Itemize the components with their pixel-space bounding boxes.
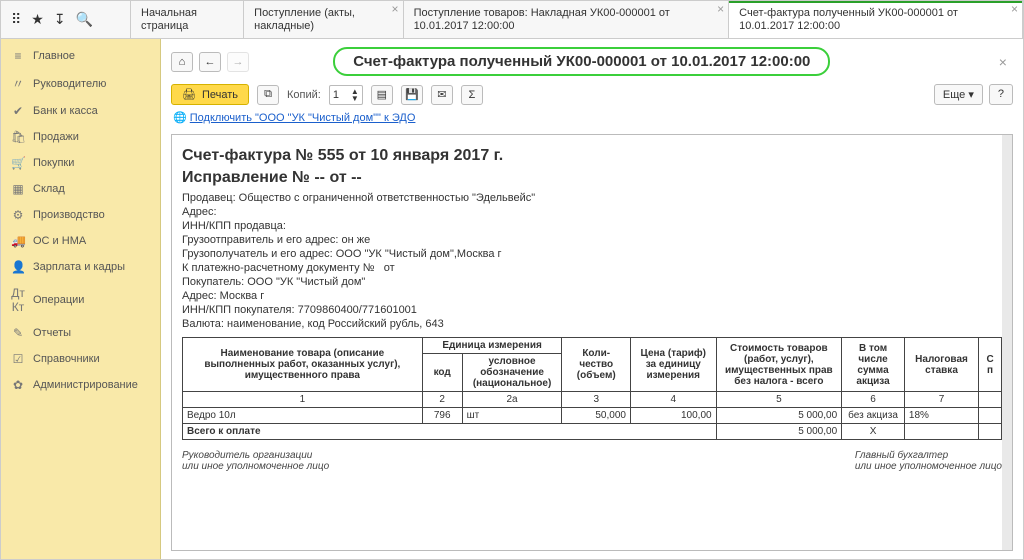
nav-icon: 〃 [11,75,25,92]
nav-icon: ≡ [11,49,25,63]
tab-0[interactable]: Начальная страница [131,1,244,38]
nav-icon: ✎ [11,326,25,340]
sidebar-item-8[interactable]: 👤 Зарплата и кадры [1,254,160,280]
sidebar-item-0[interactable]: ≡ Главное [1,43,160,69]
nav-icon: 🛒 [11,156,25,170]
nav-label: Отчеты [33,327,71,339]
print-label: Печать [202,89,238,101]
save-button[interactable]: 💾 [401,85,423,105]
sidebar-item-10[interactable]: ✎ Отчеты [1,320,160,346]
signature-left: Руководитель организации или иное уполно… [182,450,329,472]
preview-button[interactable]: ▤ [371,85,393,105]
copies-stepper[interactable]: 1▲▼ [329,85,363,105]
favorite-icon[interactable]: ★ [31,11,44,28]
nav-icon: ☑ [11,352,25,366]
sidebar-item-7[interactable]: 🚚 ОС и НМА [1,228,160,254]
globe-icon: 🌐 [173,112,190,124]
invoice-table: Наименование товара (описание выполненны… [182,337,1002,440]
tab-2[interactable]: Поступление товаров: Накладная УК00-0000… [404,1,730,38]
nav-label: ОС и НМА [33,235,86,247]
invoice-title: Счет-фактура № 555 от 10 января 2017 г. [182,147,1002,165]
nav-label: Склад [33,183,65,195]
tab-bar: Начальная страницаПоступление (акты, нак… [131,1,1023,38]
nav-label: Операции [33,294,84,306]
nav-icon: 👤 [11,260,25,274]
nav-label: Продажи [33,131,79,143]
sidebar-item-11[interactable]: ☑ Справочники [1,346,160,372]
edo-link[interactable]: Подключить "ООО "УК "Чистый дом"" к ЭДО [190,112,416,124]
history-icon[interactable]: ↧ [54,11,66,28]
copies-label: Копий: [287,89,321,101]
sidebar-item-3[interactable]: 🛍 Продажи [1,124,160,150]
invoice-meta: Продавец: Общество с ограниченной ответс… [182,191,1002,331]
nav-label: Банк и касса [33,105,98,117]
nav-icon: ✿ [11,378,25,392]
back-button[interactable]: ← [199,52,221,72]
signature-right: Главный бухгалтер или иное уполномоченно… [855,450,1002,472]
nav-icon: ▦ [11,182,25,196]
main-nav: ≡ Главное 〃 Руководителю ✔ Банк и касса 🛍 Прода… [1,39,161,559]
apps-icon[interactable]: ⠿ [11,11,21,28]
tab-close-icon[interactable]: × [717,3,724,16]
nav-label: Руководителю [33,78,106,90]
copy-button[interactable]: ⧉ [257,85,279,105]
sidebar-item-2[interactable]: ✔ Банк и касса [1,98,160,124]
printer-icon: 🖨 [182,88,196,101]
email-button[interactable]: ✉ [431,85,453,105]
nav-icon: 🚚 [11,234,25,248]
nav-icon: ⚙ [11,208,25,222]
edo-link-row: 🌐 Подключить "ООО "УК "Чистый дом"" к ЭД… [161,111,1023,130]
tab-1[interactable]: Поступление (акты, накладные)× [244,1,403,38]
system-icons: ⠿ ★ ↧ 🔍 [1,1,131,38]
sum-button[interactable]: Σ [461,85,483,105]
home-button[interactable]: ⌂ [171,52,193,72]
nav-label: Зарплата и кадры [33,261,125,273]
page-title: Счет-фактура полученный УК00-000001 от 1… [333,47,830,76]
tab-3[interactable]: Счет-фактура полученный УК00-000001 от 1… [729,1,1023,38]
nav-label: Производство [33,209,105,221]
nav-label: Справочники [33,353,100,365]
document-preview[interactable]: Счет-фактура № 555 от 10 января 2017 г. … [171,134,1013,551]
nav-icon: ✔ [11,104,25,118]
help-button[interactable]: ? [989,84,1013,105]
tab-close-icon[interactable]: × [392,3,399,16]
tab-close-icon[interactable]: × [1011,3,1018,16]
print-button[interactable]: 🖨 Печать [171,84,249,105]
nav-label: Главное [33,50,75,62]
sidebar-item-5[interactable]: ▦ Склад [1,176,160,202]
search-icon[interactable]: 🔍 [76,11,93,28]
sidebar-item-1[interactable]: 〃 Руководителю [1,69,160,98]
sidebar-item-9[interactable]: Дт Кт Операции [1,280,160,320]
nav-label: Администрирование [33,379,138,391]
nav-label: Покупки [33,157,74,169]
sidebar-item-12[interactable]: ✿ Администрирование [1,372,160,398]
sidebar-item-4[interactable]: 🛒 Покупки [1,150,160,176]
more-button[interactable]: Еще ▾ [934,84,983,105]
forward-button[interactable]: → [227,52,249,72]
invoice-correction: Исправление № -- от -- [182,169,1002,187]
nav-icon: 🛍 [11,130,25,144]
nav-icon: Дт Кт [11,286,25,314]
sidebar-item-6[interactable]: ⚙ Производство [1,202,160,228]
close-icon[interactable]: × [993,54,1013,70]
